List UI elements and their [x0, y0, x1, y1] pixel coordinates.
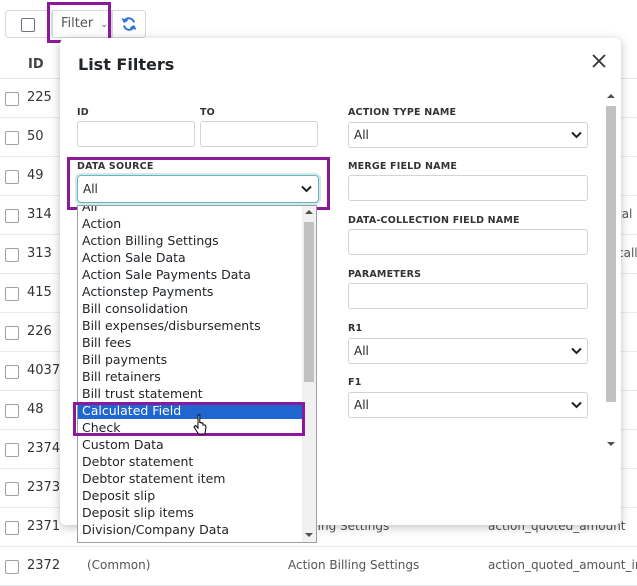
scroll-down-icon[interactable] — [305, 532, 313, 538]
row-checkbox[interactable] — [5, 404, 19, 418]
r1-label: R1 — [348, 323, 363, 334]
row-id: 415 — [27, 285, 52, 300]
f1-label: F1 — [348, 377, 362, 388]
action-type-select[interactable]: All — [348, 122, 588, 148]
data-source-option[interactable]: Deposit slip items — [78, 504, 302, 521]
row-checkbox[interactable] — [5, 287, 19, 301]
row-checkbox[interactable] — [5, 131, 19, 145]
id-label: ID — [77, 107, 89, 118]
row-checkbox[interactable] — [5, 482, 19, 496]
row-checkbox[interactable] — [5, 521, 19, 535]
modal-title: List Filters — [78, 55, 175, 74]
data-source-option[interactable]: Action — [78, 215, 302, 232]
row-id: 49 — [27, 168, 44, 183]
refresh-button[interactable] — [112, 10, 146, 38]
data-source-option[interactable]: Bill payments — [78, 351, 302, 368]
row-checkbox[interactable] — [5, 443, 19, 457]
row-id: 313 — [27, 246, 52, 261]
data-source-option[interactable]: Actionstep Payments — [78, 283, 302, 300]
row-id: 226 — [27, 324, 52, 339]
f1-select[interactable]: All — [348, 392, 588, 418]
row-checkbox[interactable] — [5, 326, 19, 340]
select-all-checkbox[interactable] — [5, 10, 52, 38]
row-id: 50 — [27, 129, 44, 144]
data-source-option[interactable]: Bill retainers — [78, 368, 302, 385]
action-type-value: All — [354, 128, 369, 142]
parameters-label: PARAMETERS — [348, 269, 422, 280]
data-source-option[interactable]: Action Sale Payments Data — [78, 266, 302, 283]
data-source-option[interactable]: All — [78, 206, 302, 215]
row-cell-1: (Common) — [87, 558, 151, 572]
row-checkbox[interactable] — [5, 170, 19, 184]
data-source-option[interactable]: Custom Data — [78, 436, 302, 453]
data-source-option[interactable]: Bill fees — [78, 334, 302, 351]
data-source-option[interactable]: Debtor statement — [78, 453, 302, 470]
mouse-cursor-icon — [193, 414, 207, 435]
data-source-option[interactable]: Debtor statement item — [78, 470, 302, 487]
modal-scrollbar-thumb[interactable] — [606, 106, 616, 402]
chevron-down-icon — [571, 131, 582, 139]
to-label: TO — [200, 107, 215, 118]
f1-value: All — [354, 398, 369, 412]
row-id: 225 — [27, 90, 52, 105]
data-source-option[interactable]: Bill trust statement — [78, 385, 302, 402]
options-scrollbar-thumb[interactable] — [304, 222, 314, 382]
row-checkbox[interactable] — [5, 560, 19, 574]
merge-field-label: MERGE FIELD NAME — [348, 161, 458, 172]
data-source-option[interactable]: Division/Company Data — [78, 521, 302, 538]
data-source-option[interactable]: Action Billing Settings — [78, 232, 302, 249]
selected-option-highlight-box — [73, 402, 305, 436]
row-id: 2374 — [27, 441, 61, 456]
row-id: 2373 — [27, 480, 61, 495]
row-id: 48 — [27, 402, 44, 417]
row-checkbox[interactable] — [5, 92, 19, 106]
id-from-input[interactable] — [77, 121, 195, 147]
id-column-header[interactable]: ID — [28, 57, 44, 72]
dc-field-label: DATA-COLLECTION FIELD NAME — [348, 215, 520, 226]
row-cell-2: Action Billing Settings — [288, 558, 420, 572]
data-source-options-list[interactable]: All Action Action Billing Settings Action S… — [77, 205, 317, 543]
row-checkbox[interactable] — [5, 248, 19, 262]
merge-field-input[interactable] — [348, 175, 588, 201]
data-source-option[interactable]: Deposit slip — [78, 487, 302, 504]
parameters-input[interactable] — [348, 283, 588, 309]
action-type-label: ACTION TYPE NAME — [348, 107, 457, 118]
row-checkbox[interactable] — [5, 365, 19, 379]
r1-select[interactable]: All — [348, 338, 588, 364]
filter-highlight-box — [47, 2, 111, 43]
row-id: 4037 — [27, 363, 61, 378]
chevron-down-icon — [571, 347, 582, 355]
table-row[interactable]: 2372 (Common) Action Billing Settings actio… — [0, 547, 637, 586]
row-id: 2371 — [27, 519, 61, 534]
dc-field-input[interactable] — [348, 229, 588, 255]
data-source-option[interactable]: Action Sale Data — [78, 249, 302, 266]
close-icon[interactable] — [590, 52, 608, 70]
row-id: 314 — [27, 207, 52, 222]
row-id: 2372 — [27, 558, 61, 573]
scroll-up-icon[interactable] — [606, 92, 616, 100]
r1-value: All — [354, 344, 369, 358]
scroll-down-icon[interactable] — [606, 440, 616, 448]
data-source-highlight-box — [67, 157, 330, 210]
data-source-option[interactable]: Bill expenses/disbursements — [78, 317, 302, 334]
scroll-up-icon[interactable] — [305, 209, 313, 215]
chevron-down-icon — [571, 401, 582, 409]
row-cell-3: action_quoted_amount_inc — [488, 558, 637, 572]
refresh-icon — [121, 17, 137, 31]
data-source-option[interactable]: Bill consolidation — [78, 300, 302, 317]
checkbox-box[interactable] — [21, 18, 35, 32]
row-checkbox[interactable] — [5, 209, 19, 223]
id-to-input[interactable] — [200, 121, 318, 147]
